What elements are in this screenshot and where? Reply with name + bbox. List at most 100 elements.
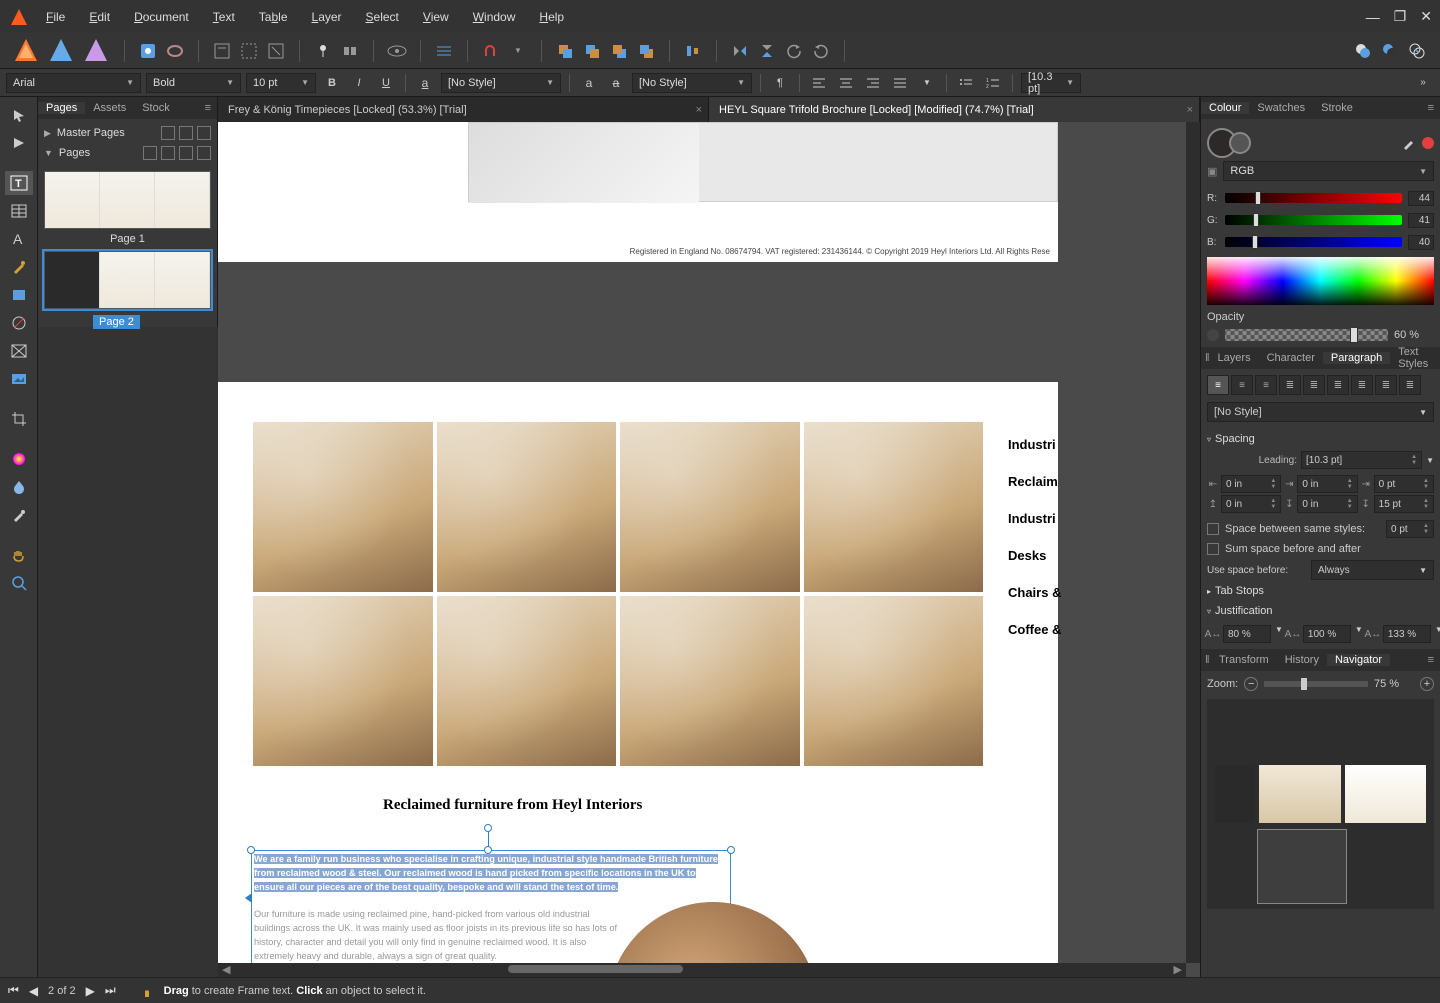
photo-persona-icon[interactable] (82, 36, 112, 66)
b-value[interactable]: 40 (1408, 235, 1434, 250)
align-left-icon[interactable] (808, 73, 830, 93)
picture-frame-tool-icon[interactable] (5, 339, 33, 363)
justification-header[interactable]: ▿Justification (1207, 601, 1434, 621)
g-slider[interactable] (1225, 215, 1402, 225)
crop-tool-icon[interactable] (5, 407, 33, 431)
align-justify-all-button[interactable]: ≣ (1351, 375, 1373, 395)
page-icon[interactable] (197, 146, 211, 160)
shape-add-icon[interactable] (1352, 40, 1374, 62)
body-paragraph[interactable]: Our furniture is made using reclaimed pi… (254, 908, 619, 963)
first-line-input[interactable]: 0 pt▲▼ (1374, 475, 1434, 493)
tab-character[interactable]: Character (1259, 352, 1323, 364)
tab-pages[interactable]: Pages (38, 102, 85, 114)
last-line-input[interactable]: 15 pt▲▼ (1374, 495, 1434, 513)
eyedropper-tool-icon[interactable] (5, 503, 33, 527)
b-slider[interactable] (1225, 237, 1402, 247)
text-in-port[interactable] (245, 893, 252, 903)
shape-subtract-icon[interactable] (1379, 40, 1401, 62)
tab-transform[interactable]: Transform (1211, 654, 1277, 666)
vertical-scrollbar[interactable] (1186, 122, 1200, 963)
tab-text-styles[interactable]: Text Styles (1390, 346, 1440, 370)
use-space-combo[interactable]: Always▼ (1311, 560, 1434, 580)
show-special-icon[interactable]: ¶ (769, 73, 791, 93)
menu-edit[interactable]: Edit (89, 10, 110, 24)
move-tool-icon[interactable] (5, 103, 33, 127)
para-style-combo[interactable]: [No Style]▼ (1207, 402, 1434, 422)
align-away-spine-button[interactable]: ≣ (1399, 375, 1421, 395)
canvas[interactable]: Registered in England No. 08674794. VAT … (218, 122, 1200, 977)
image-cell[interactable] (804, 422, 984, 592)
char-style-combo[interactable]: [No Style]▼ (441, 73, 561, 93)
publisher-persona-icon[interactable] (12, 36, 42, 66)
table-tool-icon[interactable] (5, 199, 33, 223)
r-slider[interactable] (1225, 193, 1402, 203)
image-cell[interactable] (253, 422, 433, 592)
selection-handle[interactable] (247, 846, 255, 854)
r-value[interactable]: 44 (1408, 191, 1434, 206)
node-tool-icon[interactable] (5, 131, 33, 155)
menu-help[interactable]: Help (539, 10, 564, 24)
frame-text-tool-icon[interactable]: T (5, 171, 33, 195)
menu-document[interactable]: Document (134, 10, 189, 24)
image-cell[interactable] (437, 596, 617, 766)
zoom-out-button[interactable]: − (1244, 677, 1258, 691)
rotate-cw-icon[interactable] (810, 40, 832, 62)
menu-file[interactable]: File (46, 10, 65, 24)
page-icon[interactable] (179, 146, 193, 160)
align-left-button[interactable]: ≡ (1207, 375, 1229, 395)
tab-stroke[interactable]: Stroke (1313, 102, 1361, 114)
dropdown-icon[interactable]: ▼ (916, 73, 938, 93)
artistic-text-tool-icon[interactable]: A (5, 227, 33, 251)
lock-icon[interactable]: ▣ (1207, 165, 1217, 178)
toolbar-icon[interactable] (137, 40, 159, 62)
tab-swatches[interactable]: Swatches (1249, 102, 1313, 114)
page-thumb-1[interactable] (44, 171, 211, 229)
doc-tab[interactable]: HEYL Square Trifold Brochure [Locked] [M… (709, 97, 1200, 122)
just-max-input[interactable]: 133 % (1383, 625, 1431, 643)
para-style-combo[interactable]: [No Style]▼ (632, 73, 752, 93)
selected-text[interactable]: We are a family run business who special… (254, 854, 718, 892)
image-cell[interactable] (804, 596, 984, 766)
dropdown-icon[interactable]: ▼ (507, 40, 529, 62)
overflow-icon[interactable]: » (1412, 73, 1434, 93)
prev-page-button[interactable]: ◀ (29, 984, 38, 998)
maximize-icon[interactable]: ❐ (1394, 8, 1407, 25)
tab-navigator[interactable]: Navigator (1327, 654, 1390, 666)
page-icon[interactable] (179, 126, 193, 140)
list-bullet-icon[interactable] (955, 73, 977, 93)
sum-space-checkbox[interactable] (1207, 543, 1219, 555)
tab-history[interactable]: History (1277, 654, 1327, 666)
align-center-icon[interactable] (835, 73, 857, 93)
toolbar-icon[interactable] (211, 40, 233, 62)
tab-paragraph[interactable]: Paragraph (1323, 352, 1390, 364)
fill-tool-icon[interactable] (5, 447, 33, 471)
align-justify-right-button[interactable]: ≣ (1327, 375, 1349, 395)
pan-tool-icon[interactable] (5, 543, 33, 567)
toolbar-icon[interactable] (339, 40, 361, 62)
pages-header[interactable]: ▼Pages (44, 143, 211, 163)
align-justify-center-button[interactable]: ≣ (1303, 375, 1325, 395)
zoom-value[interactable]: 75 % (1374, 678, 1414, 690)
ellipse-tool-icon[interactable] (5, 311, 33, 335)
align-icon[interactable] (682, 40, 704, 62)
just-min-input[interactable]: 80 % (1223, 625, 1271, 643)
snap-icon[interactable] (480, 40, 502, 62)
image-cell[interactable] (620, 422, 800, 592)
align-right-button[interactable]: ≡ (1255, 375, 1277, 395)
arrange-back-icon[interactable] (554, 40, 576, 62)
menu-select[interactable]: Select (366, 10, 399, 24)
char-style-icon[interactable]: a (414, 73, 436, 93)
close-icon[interactable]: × (696, 104, 702, 116)
close-icon[interactable]: × (1187, 104, 1193, 116)
right-indent-input[interactable]: 0 in▲▼ (1297, 475, 1357, 493)
doc-tab[interactable]: Frey & König Timepieces [Locked] (53.3%)… (218, 97, 709, 122)
navigator-viewport[interactable] (1257, 829, 1347, 904)
menu-text[interactable]: Text (213, 10, 235, 24)
first-page-button[interactable]: ⏮ (8, 983, 19, 998)
spectrum-picker[interactable] (1207, 257, 1434, 305)
pin-icon[interactable] (312, 40, 334, 62)
image-cell[interactable] (253, 596, 433, 766)
just-opt-input[interactable]: 100 % (1303, 625, 1351, 643)
toolbar-icon[interactable] (238, 40, 260, 62)
colour-mode-combo[interactable]: RGB▼ (1223, 161, 1434, 181)
